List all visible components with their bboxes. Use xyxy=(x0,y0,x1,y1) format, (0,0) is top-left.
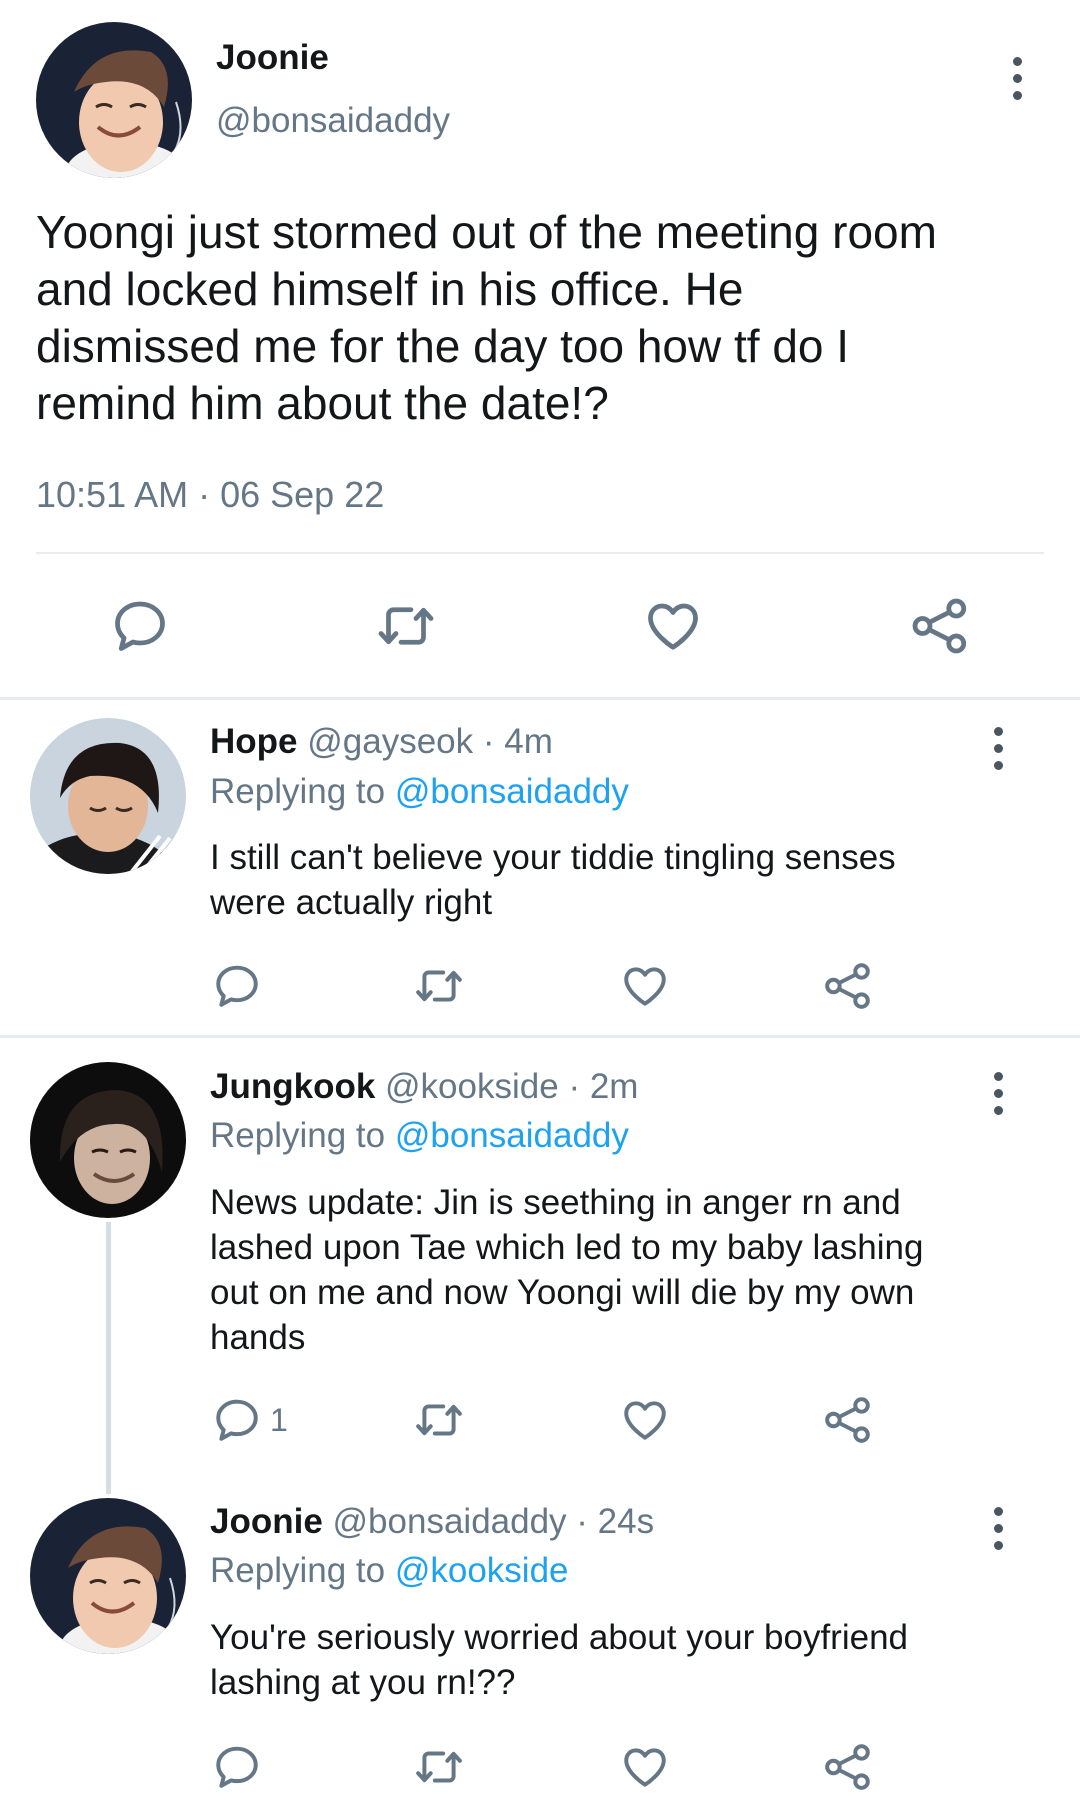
more-options-icon[interactable] xyxy=(1009,57,1025,100)
reply-text: News update: Jin is seething in anger rn… xyxy=(210,1183,924,1357)
replying-label: Replying to xyxy=(210,1551,386,1590)
tweet-text: Yoongi just stormed out of the meeting r… xyxy=(36,206,937,429)
reply-text: I still can't believe your tiddie tingli… xyxy=(210,838,896,922)
like-icon[interactable] xyxy=(620,1742,670,1792)
reply-text: You're seriously worried about your boyf… xyxy=(210,1618,909,1702)
replying-to-link[interactable]: @bonsaidaddy xyxy=(395,1116,629,1155)
share-icon[interactable] xyxy=(910,596,970,656)
timestamp[interactable]: 10:51 AM · 06 Sep 22 xyxy=(36,474,384,516)
share-icon[interactable] xyxy=(823,1395,873,1445)
retweet-icon[interactable] xyxy=(375,596,437,656)
reply-icon[interactable] xyxy=(212,1742,262,1792)
reply-age[interactable]: · 24s xyxy=(576,1502,654,1541)
more-options-icon[interactable] xyxy=(990,1072,1006,1115)
like-icon[interactable] xyxy=(620,1395,670,1445)
retweet-icon[interactable] xyxy=(412,1395,466,1445)
more-options-icon[interactable] xyxy=(990,1507,1006,1550)
section-divider xyxy=(0,697,1080,700)
share-icon[interactable] xyxy=(823,961,873,1011)
divider xyxy=(36,552,1044,554)
handle[interactable]: @kookside xyxy=(385,1067,559,1106)
like-icon[interactable] xyxy=(620,961,670,1011)
share-icon[interactable] xyxy=(823,1742,873,1792)
reply-icon[interactable] xyxy=(212,1395,262,1445)
replying-label: Replying to xyxy=(210,772,386,811)
avatar[interactable] xyxy=(36,22,192,178)
avatar[interactable] xyxy=(30,1498,186,1654)
retweet-icon[interactable] xyxy=(412,961,466,1011)
replying-label: Replying to xyxy=(210,1116,386,1155)
reply-age[interactable]: · 4m xyxy=(483,722,553,761)
reply-icon[interactable] xyxy=(212,961,262,1011)
handle[interactable]: @bonsaidaddy xyxy=(216,101,450,141)
display-name[interactable]: Joonie xyxy=(216,38,329,78)
like-icon[interactable] xyxy=(643,596,703,656)
display-name[interactable]: Hope xyxy=(210,722,298,761)
reply-count: 1 xyxy=(270,1402,288,1438)
thread-line xyxy=(106,1222,111,1494)
section-divider xyxy=(0,1035,1080,1038)
avatar[interactable] xyxy=(30,718,186,874)
reply-icon[interactable] xyxy=(110,596,170,656)
display-name[interactable]: Joonie xyxy=(210,1502,323,1541)
reply-age[interactable]: · 2m xyxy=(568,1067,638,1106)
avatar[interactable] xyxy=(30,1062,186,1218)
replying-to-link[interactable]: @kookside xyxy=(395,1551,569,1590)
retweet-icon[interactable] xyxy=(412,1742,466,1792)
display-name[interactable]: Jungkook xyxy=(210,1067,375,1106)
handle[interactable]: @gayseok xyxy=(307,722,473,761)
more-options-icon[interactable] xyxy=(990,727,1006,770)
replying-to-link[interactable]: @bonsaidaddy xyxy=(395,772,629,811)
handle[interactable]: @bonsaidaddy xyxy=(333,1502,567,1541)
